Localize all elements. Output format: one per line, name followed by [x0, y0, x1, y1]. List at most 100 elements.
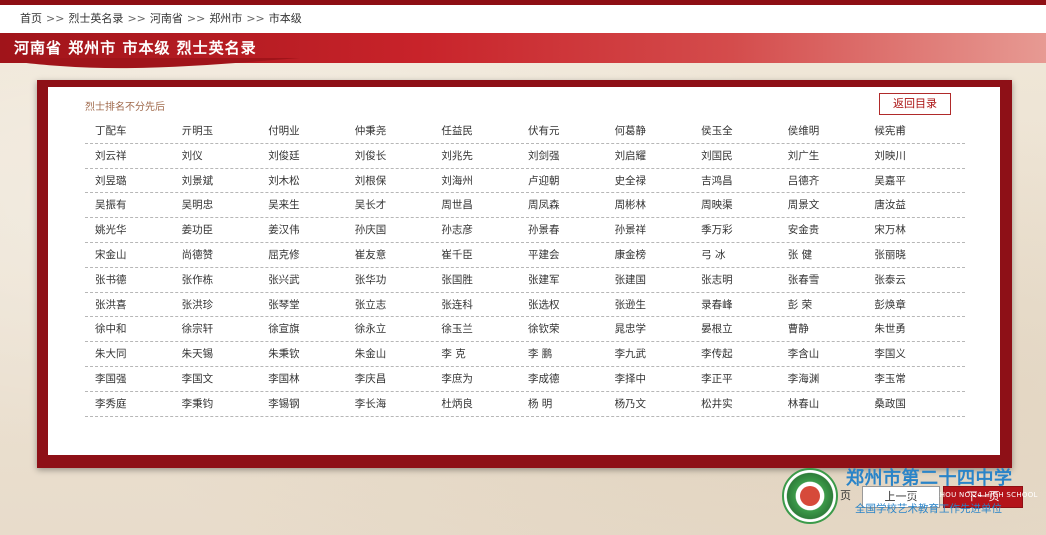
martyr-name-link[interactable]: 周映渠 — [691, 193, 778, 217]
martyr-name-link[interactable]: 卢迎朝 — [518, 169, 605, 193]
martyr-name-link[interactable]: 姚光华 — [85, 218, 172, 242]
martyr-name-link[interactable]: 李国强 — [85, 367, 172, 391]
martyr-name-link[interactable]: 彭焕章 — [864, 293, 951, 317]
martyr-name-link[interactable]: 唐汝益 — [864, 193, 951, 217]
martyr-name-link[interactable]: 崔千臣 — [431, 243, 518, 267]
martyr-name-link[interactable]: 弓 冰 — [691, 243, 778, 267]
martyr-name-link[interactable]: 曹静 — [778, 317, 865, 341]
martyr-name-link[interactable]: 周凤森 — [518, 193, 605, 217]
martyr-name-link[interactable]: 张春雪 — [778, 268, 865, 292]
martyr-name-link[interactable]: 张逊生 — [605, 293, 692, 317]
martyr-name-link[interactable]: 桑政国 — [864, 392, 951, 416]
breadcrumb-city[interactable]: 郑州市 — [209, 12, 242, 25]
martyr-name-link[interactable]: 张建国 — [605, 268, 692, 292]
martyr-name-link[interactable]: 李秉钧 — [172, 392, 259, 416]
martyr-name-link[interactable]: 徐钦荣 — [518, 317, 605, 341]
martyr-name-link[interactable]: 刘俊廷 — [258, 144, 345, 168]
martyr-name-link[interactable]: 李长海 — [345, 392, 432, 416]
martyr-name-link[interactable]: 刘景斌 — [172, 169, 259, 193]
breadcrumb-home[interactable]: 首页 — [20, 12, 42, 25]
martyr-name-link[interactable]: 孙景春 — [518, 218, 605, 242]
martyr-name-link[interactable]: 彭 荣 — [778, 293, 865, 317]
martyr-name-link[interactable]: 杨乃文 — [605, 392, 692, 416]
martyr-name-link[interactable]: 张书德 — [85, 268, 172, 292]
martyr-name-link[interactable]: 朱天锡 — [172, 342, 259, 366]
martyr-name-link[interactable]: 徐宣旗 — [258, 317, 345, 341]
martyr-name-link[interactable]: 季万彩 — [691, 218, 778, 242]
martyr-name-link[interactable]: 李庶为 — [431, 367, 518, 391]
martyr-name-link[interactable]: 姜汉伟 — [258, 218, 345, 242]
martyr-name-link[interactable]: 任益民 — [431, 119, 518, 143]
martyr-name-link[interactable]: 周彬林 — [605, 193, 692, 217]
martyr-name-link[interactable]: 李玉常 — [864, 367, 951, 391]
breadcrumb-martyrs[interactable]: 烈士英名录 — [68, 12, 123, 25]
martyr-name-link[interactable]: 张泰云 — [864, 268, 951, 292]
martyr-name-link[interactable]: 周世昌 — [431, 193, 518, 217]
martyr-name-link[interactable]: 侯玉全 — [691, 119, 778, 143]
martyr-name-link[interactable]: 李国林 — [258, 367, 345, 391]
martyr-name-link[interactable]: 吴嘉平 — [864, 169, 951, 193]
martyr-name-link[interactable]: 张连科 — [431, 293, 518, 317]
martyr-name-link[interactable]: 张琴堂 — [258, 293, 345, 317]
martyr-name-link[interactable]: 录春峰 — [691, 293, 778, 317]
martyr-name-link[interactable]: 仲秉尧 — [345, 119, 432, 143]
martyr-name-link[interactable]: 孙庆国 — [345, 218, 432, 242]
martyr-name-link[interactable]: 李庆昌 — [345, 367, 432, 391]
martyr-name-link[interactable]: 刘海州 — [431, 169, 518, 193]
martyr-name-link[interactable]: 刘根保 — [345, 169, 432, 193]
martyr-name-link[interactable]: 姜功臣 — [172, 218, 259, 242]
martyr-name-link[interactable]: 林春山 — [778, 392, 865, 416]
martyr-name-link[interactable]: 晁忠学 — [605, 317, 692, 341]
martyr-name-link[interactable]: 刘启耀 — [605, 144, 692, 168]
martyr-name-link[interactable]: 吕德齐 — [778, 169, 865, 193]
return-directory-button[interactable]: 返回目录 — [879, 93, 951, 115]
martyr-name-link[interactable]: 安金贵 — [778, 218, 865, 242]
martyr-name-link[interactable]: 李九武 — [605, 342, 692, 366]
martyr-name-link[interactable]: 吴长才 — [345, 193, 432, 217]
martyr-name-link[interactable]: 李秀庭 — [85, 392, 172, 416]
martyr-name-link[interactable]: 李海渊 — [778, 367, 865, 391]
martyr-name-link[interactable]: 吴来生 — [258, 193, 345, 217]
martyr-name-link[interactable]: 徐玉兰 — [431, 317, 518, 341]
martyr-name-link[interactable]: 张丽晓 — [864, 243, 951, 267]
martyr-name-link[interactable]: 李国文 — [172, 367, 259, 391]
martyr-name-link[interactable]: 李 克 — [431, 342, 518, 366]
martyr-name-link[interactable]: 刘昱璐 — [85, 169, 172, 193]
martyr-name-link[interactable]: 宋万林 — [864, 218, 951, 242]
martyr-name-link[interactable]: 朱世勇 — [864, 317, 951, 341]
martyr-name-link[interactable]: 朱大同 — [85, 342, 172, 366]
martyr-name-link[interactable]: 周景文 — [778, 193, 865, 217]
breadcrumb-province[interactable]: 河南省 — [150, 12, 183, 25]
martyr-name-link[interactable]: 李传起 — [691, 342, 778, 366]
martyr-name-link[interactable]: 李国义 — [864, 342, 951, 366]
martyr-name-link[interactable]: 崔友意 — [345, 243, 432, 267]
martyr-name-link[interactable]: 孙志彦 — [431, 218, 518, 242]
martyr-name-link[interactable]: 亓明玉 — [172, 119, 259, 143]
martyr-name-link[interactable]: 李锡钢 — [258, 392, 345, 416]
martyr-name-link[interactable]: 吉鸿昌 — [691, 169, 778, 193]
martyr-name-link[interactable]: 松井实 — [691, 392, 778, 416]
martyr-name-link[interactable]: 徐宗轩 — [172, 317, 259, 341]
martyr-name-link[interactable]: 吴振有 — [85, 193, 172, 217]
martyr-name-link[interactable]: 吴明忠 — [172, 193, 259, 217]
martyr-name-link[interactable]: 徐中和 — [85, 317, 172, 341]
martyr-name-link[interactable]: 屈克修 — [258, 243, 345, 267]
martyr-name-link[interactable]: 史全禄 — [605, 169, 692, 193]
martyr-name-link[interactable]: 刘俊长 — [345, 144, 432, 168]
martyr-name-link[interactable]: 张华功 — [345, 268, 432, 292]
martyr-name-link[interactable]: 张志明 — [691, 268, 778, 292]
martyr-name-link[interactable]: 张洪珍 — [172, 293, 259, 317]
martyr-name-link[interactable]: 张国胜 — [431, 268, 518, 292]
martyr-name-link[interactable]: 刘国民 — [691, 144, 778, 168]
martyr-name-link[interactable]: 李正平 — [691, 367, 778, 391]
martyr-name-link[interactable]: 李 鹏 — [518, 342, 605, 366]
martyr-name-link[interactable]: 张兴武 — [258, 268, 345, 292]
martyr-name-link[interactable]: 侯维明 — [778, 119, 865, 143]
martyr-name-link[interactable]: 刘广生 — [778, 144, 865, 168]
martyr-name-link[interactable]: 刘兆先 — [431, 144, 518, 168]
martyr-name-link[interactable]: 孙景祥 — [605, 218, 692, 242]
martyr-name-link[interactable]: 平建会 — [518, 243, 605, 267]
martyr-name-link[interactable]: 尚德赞 — [172, 243, 259, 267]
martyr-name-link[interactable]: 晏根立 — [691, 317, 778, 341]
martyr-name-link[interactable]: 张洪喜 — [85, 293, 172, 317]
